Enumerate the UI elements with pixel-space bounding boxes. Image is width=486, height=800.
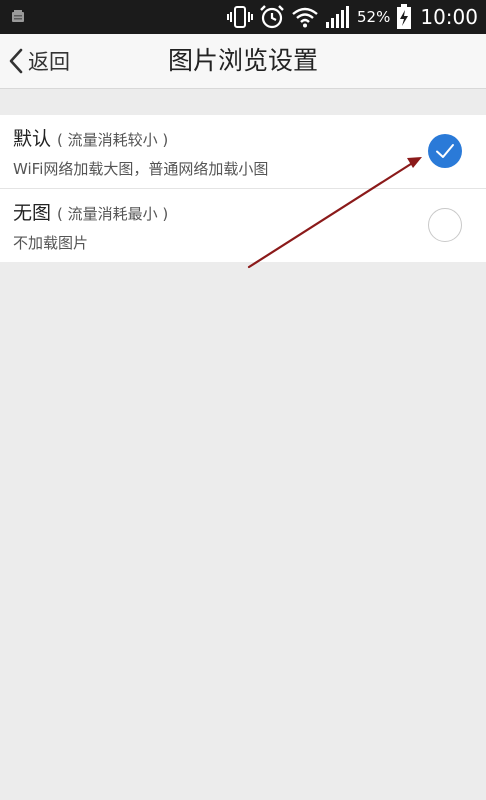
option-no-image[interactable]: 无图 ( 流量消耗最小 ) 不加载图片 <box>0 188 486 262</box>
option-default[interactable]: 默认 ( 流量消耗较小 ) WiFi网络加载大图，普通网络加载小图 <box>0 115 486 188</box>
image-mode-options: 默认 ( 流量消耗较小 ) WiFi网络加载大图，普通网络加载小图 无图 ( 流量消… <box>0 115 486 262</box>
signal-icon <box>326 6 350 28</box>
battery-percent: 52% <box>357 8 391 26</box>
status-icons: 52% 10:00 <box>227 0 478 34</box>
vibrate-icon <box>227 6 254 28</box>
option-description: WiFi网络加载大图，普通网络加载小图 <box>13 160 269 178</box>
page-title: 图片浏览设置 <box>167 46 318 75</box>
notification-icon <box>12 10 24 22</box>
clock: 10:00 <box>420 5 478 29</box>
option-hint: ( 流量消耗最小 ) <box>57 205 169 223</box>
option-name: 默认 <box>13 128 52 150</box>
battery-charging-icon <box>397 4 412 29</box>
chevron-left-icon <box>9 48 23 74</box>
nav-bar: 返回 图片浏览设置 <box>0 34 486 89</box>
option-title-row: 无图 ( 流量消耗最小 ) <box>13 198 168 225</box>
alarm-icon <box>260 5 284 29</box>
check-icon <box>436 144 454 158</box>
radio-checked[interactable] <box>428 134 462 168</box>
back-button[interactable]: 返回 <box>8 34 70 88</box>
option-description: 不加载图片 <box>13 234 89 252</box>
status-bar: 52% 10:00 <box>0 0 486 34</box>
option-name: 无图 <box>13 202 52 224</box>
screen: 52% 10:00 返回 图片浏览设置 默认 ( 流量消耗较小 ) WiFi网络加… <box>0 0 486 800</box>
wifi-icon <box>292 7 318 28</box>
radio-unchecked[interactable] <box>428 208 462 242</box>
option-title-row: 默认 ( 流量消耗较小 ) <box>13 124 168 151</box>
option-hint: ( 流量消耗较小 ) <box>57 131 169 149</box>
back-label: 返回 <box>28 50 70 74</box>
